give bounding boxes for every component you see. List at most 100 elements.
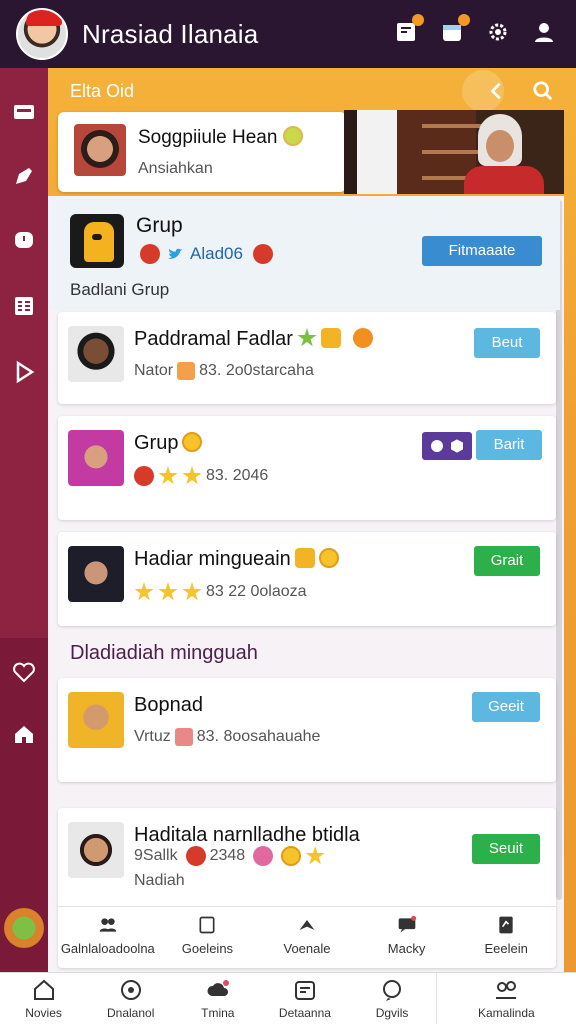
featured-card[interactable]: Soggpiiule Hean Ansiahkan (58, 112, 346, 192)
calendar-icon[interactable] (438, 14, 470, 48)
group-badge[interactable] (422, 432, 472, 460)
item-meta: 83 22 0olaoza (134, 582, 307, 602)
item-meta-value: 83. 2o0starcaha (199, 362, 314, 379)
badge-icon (134, 466, 154, 486)
item-avatar (68, 546, 124, 602)
top-bar: Nrasiad Ilanaia (0, 0, 576, 68)
item-avatar (68, 430, 124, 486)
subtab-chat[interactable]: Macky (357, 907, 457, 964)
star-icon (134, 582, 154, 601)
group-meta: Alad06 (136, 244, 273, 264)
subtab-people[interactable]: Galnlaloadoolna (58, 907, 158, 964)
item-sub: Nadiah (134, 872, 185, 889)
subtab-document[interactable]: Eeelein (456, 907, 556, 964)
share-icon (299, 920, 315, 930)
subtab-label: Eeelein (484, 941, 528, 956)
item-meta: 83. 2046 (134, 466, 268, 486)
emoji-icon (281, 846, 302, 866)
nav-item-profile[interactable]: Kamalinda (435, 973, 576, 1024)
search-icon[interactable] (528, 76, 558, 106)
calendar-icon (294, 980, 315, 1000)
coin-icon (294, 548, 315, 568)
coin-icon (320, 328, 341, 348)
list-item[interactable]: Bopnad Vrtuz 83. 8oosahauahe Geeit (58, 678, 556, 782)
subtab-notes[interactable]: Goeleins (158, 907, 258, 964)
subtab-share[interactable]: Voenale (257, 907, 357, 964)
home-icon[interactable] (8, 718, 40, 750)
settings-icon[interactable] (484, 20, 512, 48)
edit-icon[interactable] (8, 160, 40, 192)
profile-icon (496, 980, 517, 999)
item-meta: Nator 83. 2o0starcaha (134, 362, 314, 380)
list-item[interactable]: Grup 83. 2046 Barit (58, 416, 556, 520)
nav-item-calendar[interactable]: Detaanna (261, 973, 348, 1024)
group-title: Grup (136, 214, 183, 237)
chat-icon (398, 915, 416, 933)
user-avatar[interactable] (16, 8, 68, 60)
app-title: Nrasiad Ilanaia (82, 18, 259, 49)
tag-icon (177, 362, 196, 380)
item-meta-value: 83 22 0olaoza (206, 583, 307, 600)
nav-item-explore[interactable]: Dnalanol (87, 973, 174, 1024)
badge-icon (252, 244, 273, 264)
badge-icon (140, 244, 160, 264)
item-meta-value: 83. 8oosahauahe (196, 728, 321, 745)
star-icon (182, 582, 202, 601)
item-meta-label: Nator (134, 362, 174, 379)
item-title: Paddramal Fadlar (134, 328, 293, 350)
item-action-button[interactable]: Grait (474, 546, 540, 576)
document-icon (499, 916, 513, 934)
notes-icon[interactable] (392, 14, 424, 48)
item-avatar (68, 822, 124, 878)
item-title: Grup (134, 432, 179, 454)
header-actions (462, 70, 558, 112)
profile-icon[interactable] (530, 20, 558, 48)
item-meta: 9Sallk 2348 (134, 846, 325, 866)
bird-icon (168, 248, 183, 259)
item-action-button[interactable]: Barit (476, 430, 542, 460)
list-item[interactable]: Paddramal Fadlar Nator 83. 2o0starcaha B… (58, 312, 556, 404)
group-action-button[interactable]: Fitmaaate (422, 236, 542, 266)
play-icon[interactable] (8, 356, 40, 388)
people-icon (99, 918, 117, 932)
emoji-icon (318, 548, 339, 568)
nav-item-cloud[interactable]: Tmina (174, 973, 261, 1024)
star-icon (158, 466, 178, 485)
nav-item-home[interactable]: Novies (0, 973, 87, 1024)
emoji-icon (182, 432, 203, 452)
star-icon (305, 846, 325, 865)
featured-subtitle: Ansiahkan (138, 160, 213, 177)
subtab-label: Goeleins (181, 941, 234, 956)
nav-label: Dnalanol (107, 1005, 155, 1020)
group-meta-text: Alad06 (190, 244, 243, 263)
group-subtitle: Badlani Grup (70, 280, 170, 299)
heart-emoji-icon (253, 846, 274, 866)
bottom-nav: Novies Dnalanol Tmina Detaanna Dgvils Ka… (0, 972, 576, 1024)
nav-label: Novies (25, 1005, 62, 1020)
chat-icon (431, 440, 443, 452)
nav-label: Detaanna (278, 1005, 331, 1020)
item-action-button[interactable]: Beut (474, 328, 540, 358)
lime-emoji-icon (283, 126, 304, 146)
star-icon (158, 582, 178, 601)
rail-avatar[interactable] (4, 908, 44, 948)
item-action-button[interactable]: Geeit (472, 692, 540, 722)
cube-icon (451, 439, 463, 453)
heart-icon[interactable] (8, 656, 40, 688)
video-preview[interactable] (344, 110, 564, 194)
tag-icon (174, 728, 193, 746)
card-tabbar: Galnlaloadoolna Goeleins Voenale Macky E… (58, 906, 556, 964)
chat-bubble-icon (383, 979, 402, 1001)
group-header: Grup Alad06 Fitmaaate Badlani Grup (50, 198, 560, 310)
list-item[interactable]: Hadiar mingueain 83 22 0olaoza Grait (58, 532, 556, 626)
cloud-icon (207, 979, 229, 996)
clock-icon[interactable] (8, 224, 40, 256)
subtab-label: Galnlaloadoolna (60, 941, 155, 956)
group-icon (70, 214, 124, 268)
back-icon[interactable] (462, 70, 512, 112)
list-icon[interactable] (8, 290, 40, 322)
inbox-icon[interactable] (8, 96, 40, 128)
nav-item-chat[interactable]: Dgvils (349, 973, 436, 1024)
item-action-button[interactable]: Seuit (472, 834, 540, 864)
item-avatar (68, 692, 124, 748)
